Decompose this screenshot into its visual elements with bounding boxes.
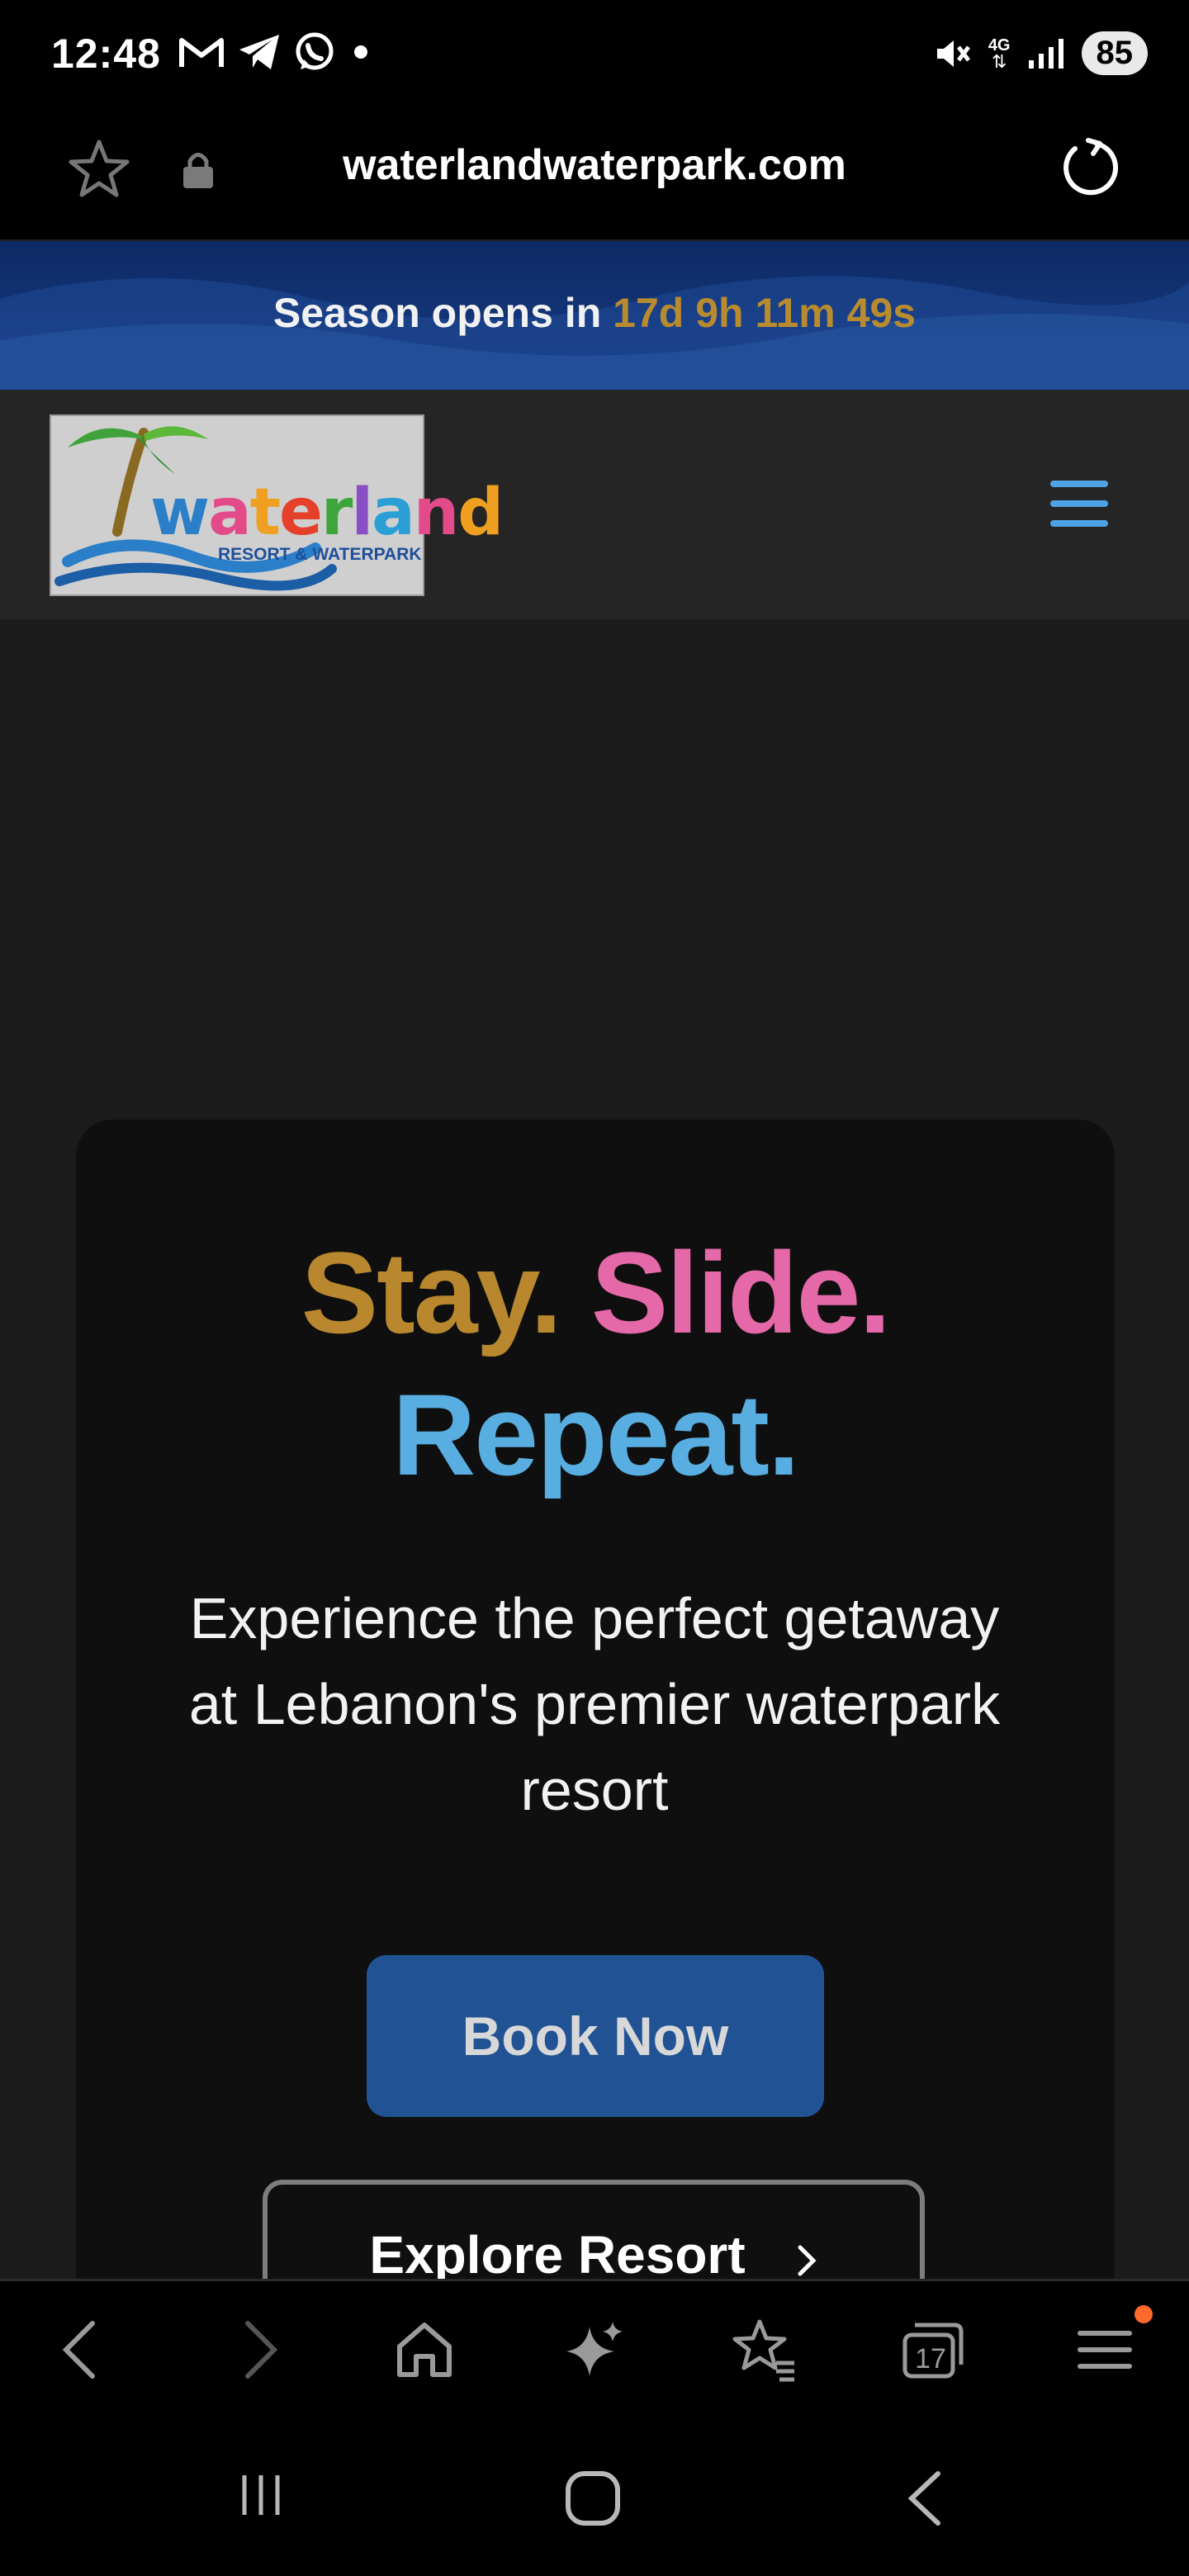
gmail-icon — [179, 38, 224, 67]
menu-icon[interactable] — [1072, 2317, 1138, 2383]
home-nav-icon[interactable] — [563, 2469, 623, 2528]
tab-count: 17 — [915, 2343, 946, 2375]
book-now-button[interactable]: Book Now — [367, 1955, 824, 2117]
hero-title-repeat: Repeat. — [392, 1370, 800, 1499]
countdown-value: 17d 9h 11m 49s — [613, 290, 917, 336]
signal-icon — [1028, 38, 1063, 69]
sparkle-icon[interactable] — [561, 2317, 628, 2383]
notification-dot — [1135, 2305, 1153, 2323]
hero-subtitle: Experience the perfect getaway at Lebano… — [188, 1586, 1001, 1822]
network-4g-icon: 4G ⇅ — [988, 36, 1011, 72]
system-icons: 4G ⇅ 85 — [932, 31, 1148, 75]
hero-title-stay: Stay. — [301, 1228, 562, 1357]
reload-icon[interactable] — [1060, 137, 1120, 197]
hero-title-slide: Slide. — [590, 1228, 891, 1357]
chevron-right-icon — [798, 2245, 817, 2276]
dot-icon — [354, 45, 367, 59]
back-nav-icon[interactable] — [900, 2469, 950, 2528]
waterland-logo[interactable]: waterland RESORT & WATERPARK — [50, 414, 504, 596]
bookmarks-icon[interactable] — [732, 2317, 798, 2383]
countdown-text: Season opens in 17d 9h 11m 49s — [0, 289, 1189, 337]
hamburger-menu-icon[interactable] — [1050, 481, 1108, 527]
forward-icon[interactable] — [225, 2317, 291, 2383]
hero-title: Stay. Slide. Repeat. — [76, 1222, 1115, 1506]
status-time: 12:48 — [51, 31, 161, 77]
notification-icons — [178, 31, 373, 73]
back-icon[interactable] — [50, 2317, 116, 2383]
recents-icon[interactable] — [234, 2469, 287, 2522]
logo-text: waterland — [150, 476, 504, 550]
home-icon[interactable] — [391, 2317, 457, 2383]
url-text[interactable]: waterlandwaterpark.com — [0, 140, 1189, 190]
logo-subtitle: RESORT & WATERPARK — [218, 545, 422, 564]
battery-icon: 85 — [1081, 31, 1148, 75]
whatsapp-icon — [296, 32, 334, 70]
telegram-icon — [239, 35, 279, 69]
countdown-prefix: Season opens in — [272, 290, 602, 336]
mute-icon — [936, 40, 970, 67]
